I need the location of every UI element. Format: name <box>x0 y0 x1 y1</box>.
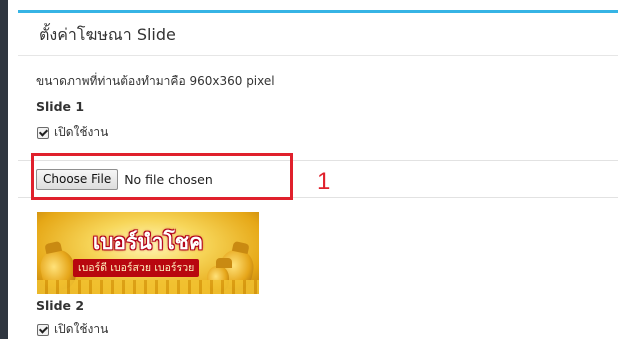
slide-1-enable-checkbox[interactable]: เปิดใช้งาน <box>37 123 108 142</box>
panel-title: ตั้งค่าโฆษณา Slide <box>39 25 176 44</box>
image-size-hint: ขนาดภาพที่ท่านต้องทำมาคือ 960x360 pixel <box>36 74 275 88</box>
left-sidebar-edge <box>0 0 8 339</box>
slide-1-heading: Slide 1 <box>36 99 85 114</box>
slide-2-enable-label: เปิดใช้งาน <box>54 322 109 336</box>
slide-1-enable-label: เปิดใช้งาน <box>54 125 109 139</box>
banner-title: เบอร์นำโชค <box>92 230 204 254</box>
gold-coins-decoration <box>37 280 259 294</box>
slide-2-heading: Slide 2 <box>36 298 85 313</box>
banner-subtitle: เบอร์ดี เบอร์สวย เบอร์รวย <box>73 259 200 277</box>
panel-header: ตั้งค่าโฆษณา Slide <box>18 13 618 56</box>
page: ตั้งค่าโฆษณา Slide ขนาดภาพที่ท่านต้องทำม… <box>0 0 618 339</box>
annotation-number: 1 <box>317 168 331 195</box>
checked-checkbox-icon[interactable] <box>37 323 49 336</box>
annotation-highlight-box <box>31 153 293 200</box>
checked-checkbox-icon[interactable] <box>37 126 49 139</box>
slide-1-banner-image: เบอร์นำโชค เบอร์ดี เบอร์สวย เบอร์รวย <box>37 212 259 294</box>
slide-2-enable-checkbox[interactable]: เปิดใช้งาน <box>37 320 108 339</box>
